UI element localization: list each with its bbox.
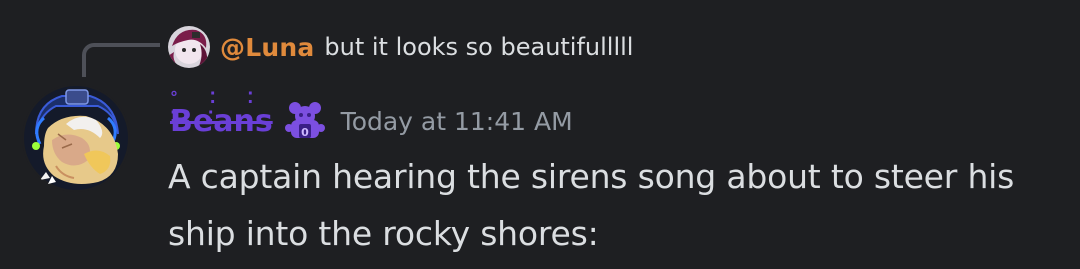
reply-preview[interactable]: @Luna but it looks so beautifulllll bbox=[168, 24, 633, 70]
chat-message: @Luna but it looks so beautifulllll ° ⁚ … bbox=[0, 0, 1080, 269]
reply-text[interactable]: but it looks so beautifulllll bbox=[324, 33, 633, 61]
username-diacritics: ° ⁚ ⁚ ⁚ ⁚ bbox=[170, 87, 267, 126]
username[interactable]: ° ⁚ ⁚ ⁚ ⁚ Beans bbox=[170, 88, 273, 139]
reply-avatar[interactable] bbox=[168, 26, 210, 68]
purple-animatronic-role-icon[interactable]: 0 bbox=[284, 100, 325, 142]
author-avatar[interactable] bbox=[22, 84, 130, 192]
reply-author[interactable]: @Luna bbox=[220, 33, 314, 62]
message-header: ° ⁚ ⁚ ⁚ ⁚ Beans 0 Today at 11:41 AM bbox=[170, 88, 573, 150]
message-timestamp[interactable]: Today at 11:41 AM bbox=[341, 107, 573, 136]
reply-spine bbox=[82, 43, 160, 77]
message-content: A captain hearing the sirens song about … bbox=[168, 157, 1015, 253]
svg-text:0: 0 bbox=[301, 126, 309, 139]
